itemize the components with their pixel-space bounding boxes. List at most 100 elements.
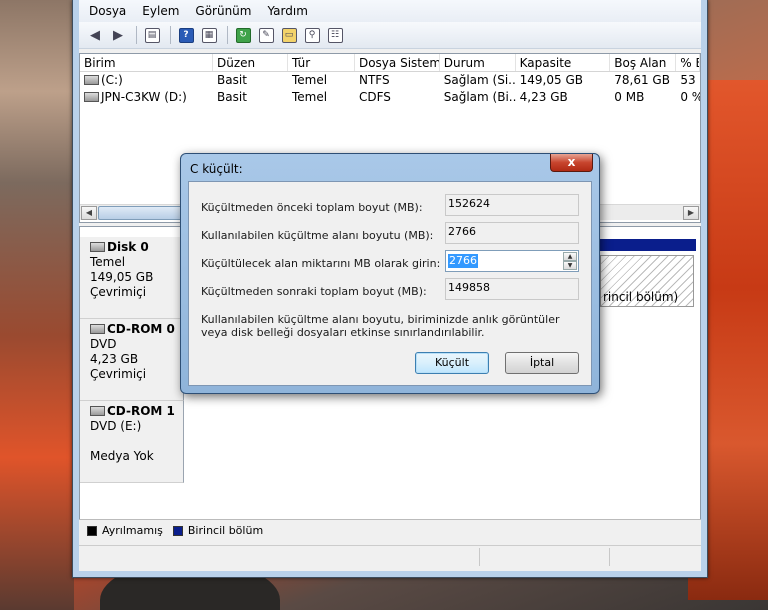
- shrink-amount-input[interactable]: 2766: [448, 254, 478, 268]
- cd-drive-icon: [90, 324, 105, 334]
- primary-swatch: [172, 525, 183, 536]
- shrink-dialog: C küçült: x Küçültmeden önceki toplam bo…: [180, 153, 600, 394]
- col-tur[interactable]: Tür: [288, 54, 355, 71]
- col-kapasite[interactable]: Kapasite: [516, 54, 611, 71]
- cancel-button[interactable]: İptal: [505, 352, 579, 374]
- disk-type: DVD: [90, 337, 117, 351]
- col-bos-alan[interactable]: Boş Alan: [610, 54, 677, 71]
- cell-kapasite: 149,05 GB: [519, 73, 583, 87]
- cell-birim: (C:): [101, 73, 123, 87]
- settings-icon[interactable]: ✎: [256, 25, 276, 45]
- total-size-after-value: 149858: [445, 278, 579, 300]
- shrink-note: Kullanılabilen küçültme alanı boyutu, bi…: [201, 313, 560, 339]
- cell-dosya-sistemi: CDFS: [358, 90, 391, 104]
- total-size-after-label: Küçültmeden sonraki toplam boyut (MB):: [201, 285, 427, 298]
- pane-icon[interactable]: ▤: [142, 25, 162, 45]
- status-bar: [79, 545, 701, 567]
- disk-name: Disk 0: [107, 240, 149, 254]
- scroll-left-icon[interactable]: ◀: [81, 206, 97, 220]
- disk-type: DVD (E:): [90, 419, 142, 433]
- primary-partition-bar: [600, 239, 696, 251]
- back-arrow-icon[interactable]: ◀: [85, 25, 105, 45]
- cell-tur: Temel: [291, 90, 328, 104]
- scroll-right-icon[interactable]: ▶: [683, 206, 699, 220]
- status-pane: [609, 548, 610, 566]
- disk-name: CD-ROM 1: [107, 404, 175, 418]
- col-dosya-sistemi[interactable]: Dosya Sistemi: [355, 54, 440, 71]
- disk-size: 149,05 GB: [90, 270, 154, 284]
- cell-yuzde-bos: 0 %: [680, 90, 700, 104]
- available-shrink-label: Kullanılabilen küçültme alanı boyutu (MB…: [201, 229, 434, 242]
- partition-label: rincil bölüm): [603, 290, 679, 304]
- shrink-amount-label: Küçültülecek alan miktarını MB olarak gi…: [201, 257, 441, 270]
- dialog-title: C küçült:: [190, 162, 243, 176]
- properties-icon[interactable]: ☷: [325, 25, 345, 45]
- legend: Ayrılmamış Birincil bölüm: [79, 519, 701, 541]
- col-duzen[interactable]: Düzen: [213, 54, 288, 71]
- drive-icon: [84, 75, 99, 85]
- open-folder-icon[interactable]: ▭: [279, 25, 299, 45]
- disk-status: Çevrimiçi: [90, 285, 147, 299]
- disk-type: Temel: [90, 255, 126, 269]
- unallocated-swatch: [87, 525, 97, 536]
- col-birim[interactable]: Birim: [80, 54, 214, 71]
- cell-bos-alan: 78,61 GB: [614, 73, 670, 87]
- legend-unallocated: Ayrılmamış: [102, 524, 163, 537]
- spin-down-icon[interactable]: ▼: [563, 261, 577, 270]
- cd-drive-icon: [90, 406, 105, 416]
- total-size-before-value: 152624: [445, 194, 579, 216]
- disk-size: [90, 434, 183, 449]
- volume-list-header: Birim Düzen Tür Dosya Sistemi Durum Kapa…: [80, 54, 700, 72]
- cell-bos-alan: 0 MB: [614, 90, 645, 104]
- stepper-buttons: ▲ ▼: [563, 252, 577, 270]
- cell-yuzde-bos: 53: [680, 73, 696, 87]
- disk-name: CD-ROM 0: [107, 322, 175, 336]
- table-row[interactable]: (C:) Basit Temel NTFS Sağlam (Si... 149,…: [80, 72, 700, 89]
- close-button[interactable]: x: [550, 154, 593, 172]
- help-icon[interactable]: ?: [176, 25, 196, 45]
- cell-kapasite: 4,23 GB: [519, 90, 568, 104]
- menu-bar: Dosya Eylem Görünüm Yardım: [79, 0, 701, 22]
- cell-durum: Sağlam (Si...: [443, 73, 516, 87]
- partition-c[interactable]: rincil bölüm): [600, 255, 694, 307]
- dialog-body: Küçültmeden önceki toplam boyut (MB): 15…: [188, 181, 592, 386]
- cdrom-0-label[interactable]: CD-ROM 0 DVD 4,23 GB Çevrimiçi: [80, 319, 184, 401]
- toolbar: ◀ ▶ ▤ ? ▦ ↻ ✎ ▭ ⚲ ☷: [79, 22, 701, 49]
- menu-dosya[interactable]: Dosya: [89, 4, 126, 18]
- disk-size: 4,23 GB: [90, 352, 139, 366]
- toolbar-separator: [170, 26, 171, 44]
- disk-status: Medya Yok: [90, 449, 154, 463]
- col-durum[interactable]: Durum: [440, 54, 516, 71]
- total-size-before-label: Küçültmeden önceki toplam boyut (MB):: [201, 201, 423, 214]
- shrink-button[interactable]: Küçült: [415, 352, 489, 374]
- menu-yardim[interactable]: Yardım: [267, 4, 307, 18]
- toolbar-separator: [136, 26, 137, 44]
- cell-duzen: Basit: [217, 73, 247, 87]
- menu-eylem[interactable]: Eylem: [142, 4, 179, 18]
- cell-dosya-sistemi: NTFS: [358, 73, 390, 87]
- cdrom-1-label[interactable]: CD-ROM 1 DVD (E:) Medya Yok: [80, 401, 184, 483]
- table-row[interactable]: JPN-C3KW (D:) Basit Temel CDFS Sağlam (B…: [80, 89, 700, 106]
- menu-gorunum[interactable]: Görünüm: [195, 4, 251, 18]
- status-pane: [479, 548, 480, 566]
- col-yuzde-bos[interactable]: % B: [676, 54, 700, 71]
- toolbar-separator: [227, 26, 228, 44]
- cell-birim: JPN-C3KW (D:): [101, 90, 187, 104]
- search-icon[interactable]: ⚲: [302, 25, 322, 45]
- legend-primary: Birincil bölüm: [187, 524, 264, 537]
- forward-arrow-icon[interactable]: ▶: [108, 25, 128, 45]
- refresh-icon[interactable]: ↻: [233, 25, 253, 45]
- shrink-amount-stepper[interactable]: 2766 ▲ ▼: [445, 250, 579, 272]
- disk-0-label[interactable]: Disk 0 Temel 149,05 GB Çevrimiçi: [80, 237, 184, 319]
- desktop-background-left: [0, 0, 74, 610]
- cell-tur: Temel: [291, 73, 328, 87]
- hard-disk-icon: [90, 242, 105, 252]
- properties-pane-icon[interactable]: ▦: [199, 25, 219, 45]
- cell-durum: Sağlam (Bi...: [443, 90, 516, 104]
- close-icon: x: [567, 155, 576, 169]
- disk-status: Çevrimiçi: [90, 367, 147, 381]
- available-shrink-value: 2766: [445, 222, 579, 244]
- cell-duzen: Basit: [217, 90, 247, 104]
- cd-drive-icon: [84, 92, 99, 102]
- spin-up-icon[interactable]: ▲: [563, 252, 577, 261]
